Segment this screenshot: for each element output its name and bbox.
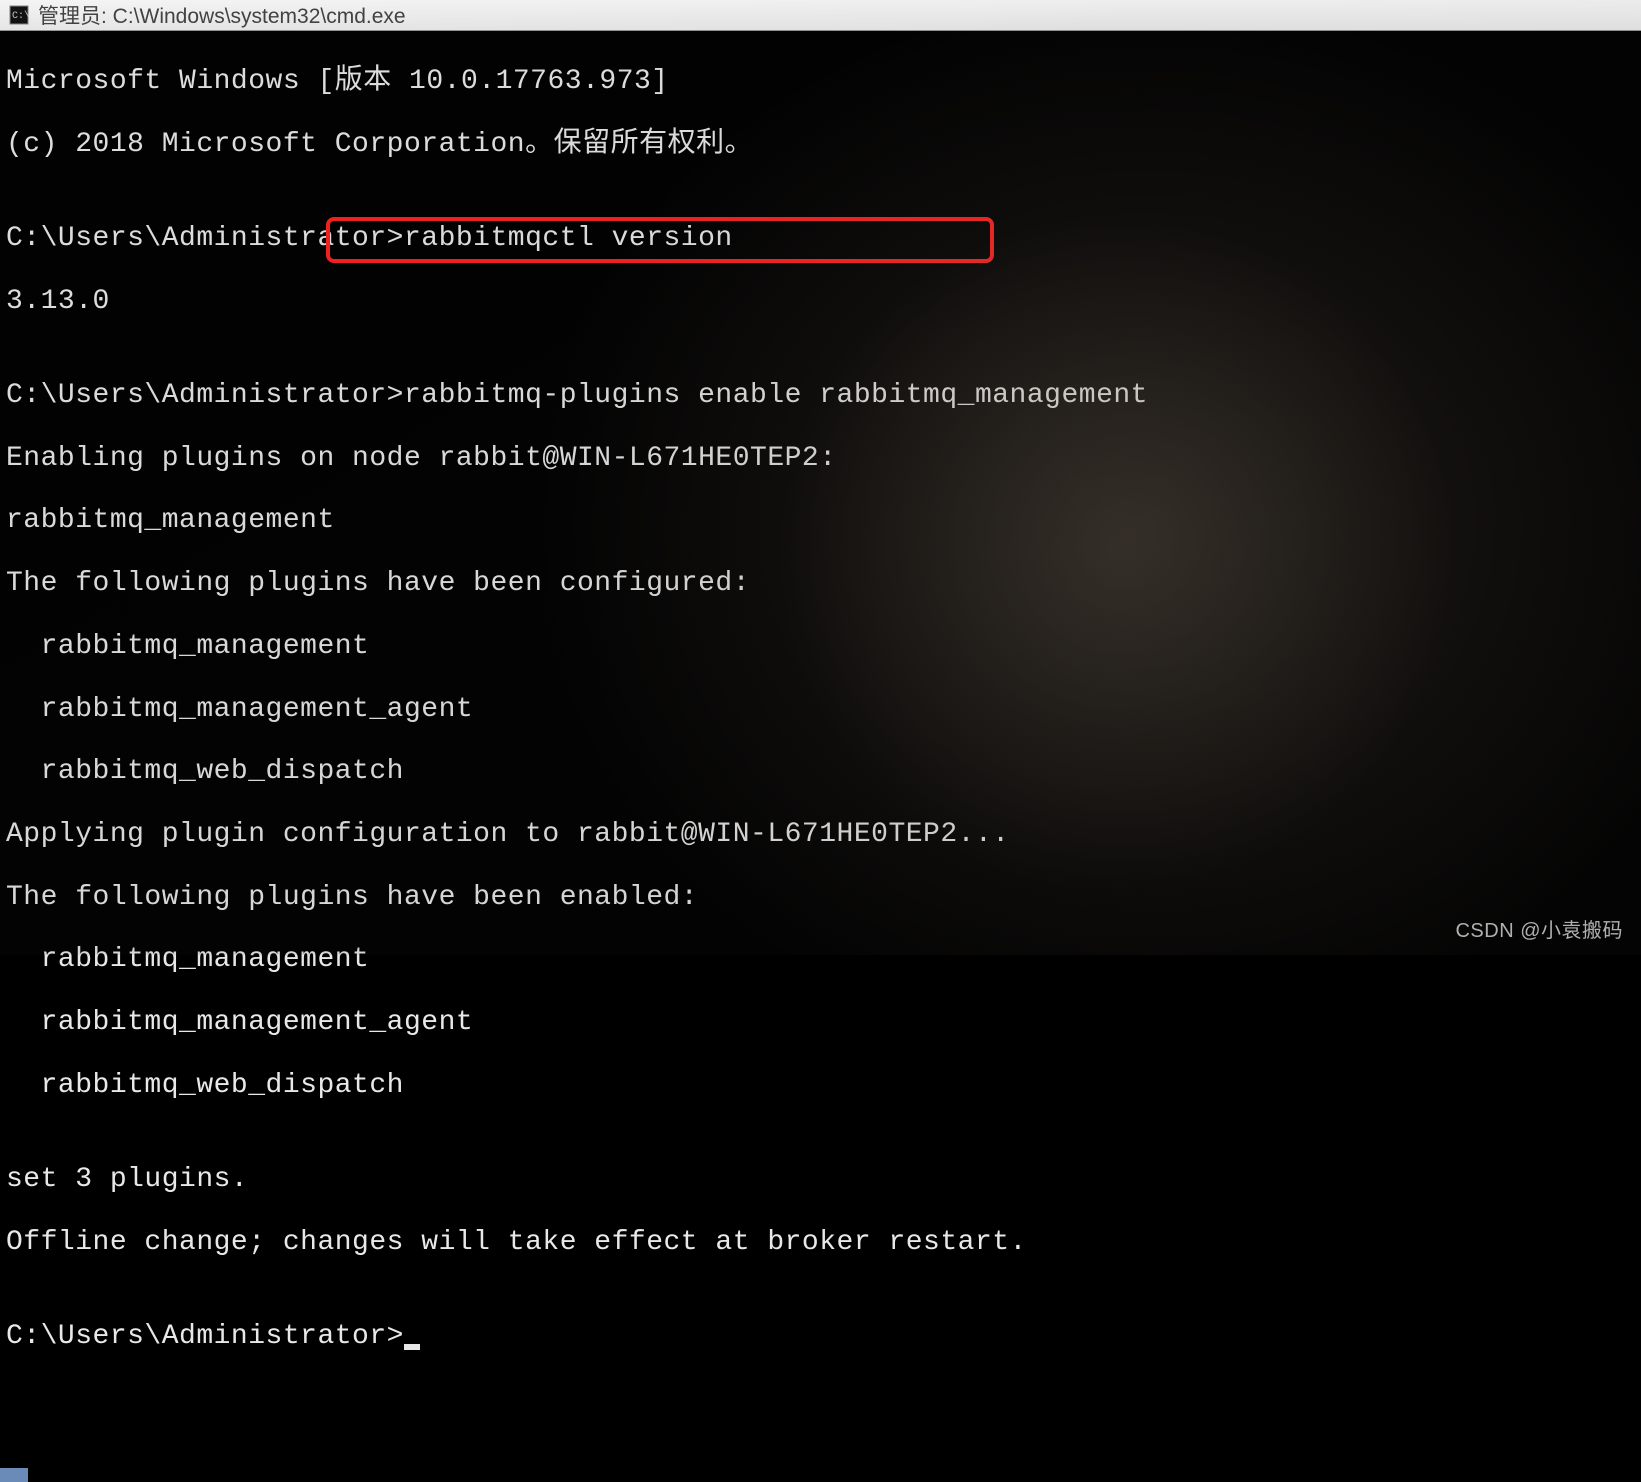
terminal-line: Applying plugin configuration to rabbit@… xyxy=(6,819,1635,850)
terminal-output[interactable]: Microsoft Windows [版本 10.0.17763.973] (c… xyxy=(0,31,1641,1482)
cursor-icon xyxy=(404,1344,420,1350)
terminal-line: Enabling plugins on node rabbit@WIN-L671… xyxy=(6,443,1635,474)
terminal-line: C:\Users\Administrator>rabbitmqctl versi… xyxy=(6,223,1635,254)
cmd-window: C:\ 管理员: C:\Windows\system32\cmd.exe Mic… xyxy=(0,0,1641,955)
title-bar[interactable]: C:\ 管理员: C:\Windows\system32\cmd.exe xyxy=(0,0,1641,31)
svg-text:C:\: C:\ xyxy=(12,10,29,22)
terminal-line: (c) 2018 Microsoft Corporation。保留所有权利。 xyxy=(6,129,1635,160)
terminal-line: set 3 plugins. xyxy=(6,1164,1635,1195)
terminal-line: The following plugins have been configur… xyxy=(6,568,1635,599)
terminal-line: 3.13.0 xyxy=(6,286,1635,317)
terminal-line: rabbitmq_web_dispatch xyxy=(6,1070,1635,1101)
terminal-line: rabbitmq_web_dispatch xyxy=(6,756,1635,787)
cmd-icon: C:\ xyxy=(8,4,30,26)
terminal-line: rabbitmq_management xyxy=(6,505,1635,536)
terminal-line: C:\Users\Administrator>rabbitmq-plugins … xyxy=(6,380,1635,411)
window-title: 管理员: C:\Windows\system32\cmd.exe xyxy=(38,0,406,30)
terminal-line: Offline change; changes will take effect… xyxy=(6,1227,1635,1258)
terminal-prompt: C:\Users\Administrator> xyxy=(6,1321,404,1352)
terminal-line: rabbitmq_management_agent xyxy=(6,1007,1635,1038)
taskbar-fragment xyxy=(0,1468,28,1482)
watermark-text: CSDN @小袁搬码 xyxy=(1455,914,1623,943)
terminal-line: The following plugins have been enabled: xyxy=(6,882,1635,913)
terminal-line: Microsoft Windows [版本 10.0.17763.973] xyxy=(6,66,1635,97)
terminal-line: rabbitmq_management xyxy=(6,944,1635,975)
terminal-line: rabbitmq_management_agent xyxy=(6,694,1635,725)
terminal-line: rabbitmq_management xyxy=(6,631,1635,662)
terminal-prompt-line: C:\Users\Administrator> xyxy=(6,1321,1635,1352)
